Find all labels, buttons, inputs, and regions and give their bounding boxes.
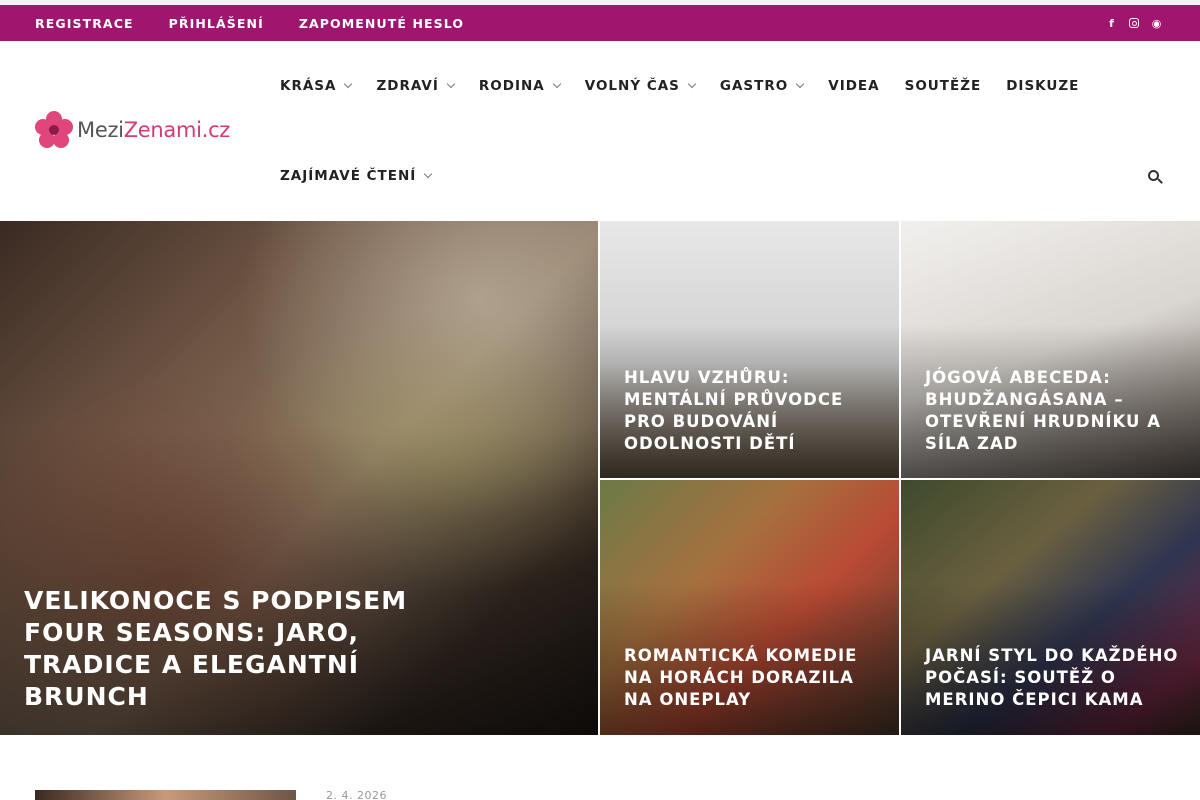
site-logo[interactable]: MeziZenami.cz [35,111,230,149]
featured-article-2[interactable]: JÓGOVÁ ABECEDA: BHUDŽANGÁSANA – OTEVŘENÍ… [901,221,1200,478]
nav-item-label: GASTRO [719,78,789,94]
instagram-icon[interactable] [1129,18,1139,28]
nav-item-label: RODINA [478,78,545,94]
featured-article-title[interactable]: HLAVU VZHŮRU: MENTÁLNÍ PRŮVODCE PRO BUDO… [624,367,884,455]
featured-article-title[interactable]: JÓGOVÁ ABECEDA: BHUDŽANGÁSANA – OTEVŘENÍ… [925,367,1185,455]
featured-article-1[interactable]: HLAVU VZHŮRU: MENTÁLNÍ PRŮVODCE PRO BUDO… [600,221,899,478]
article-thumbnail[interactable] [35,790,296,800]
flower-logo-icon [35,111,73,149]
top-bar: REGISTRACE PŘIHLÁŠENÍ ZAPOMENUTÉ HESLO f… [0,5,1200,41]
nav-item-label: KRÁSA [280,78,337,94]
featured-article-3[interactable]: ROMANTICKÁ KOMEDIE NA HORÁCH DORAZILA NA… [600,480,899,735]
nav-item-label: ZAJÍMAVÉ ČTENÍ [280,168,417,184]
nav-item-diskuze[interactable]: DISKUZE [1006,78,1079,94]
rss-icon[interactable]: ◉ [1151,18,1162,29]
nav-item-label: SOUTĚŽE [904,78,982,94]
chevron-down-icon [446,79,456,89]
nav-item-rodina[interactable]: RODINA [478,78,561,94]
nav-item-videa[interactable]: VIDEA [828,78,879,94]
featured-grid: VELIKONOCE S PODPISEM FOUR SEASONS: JARO… [0,221,1200,735]
featured-main-title[interactable]: VELIKONOCE S PODPISEM FOUR SEASONS: JARO… [24,585,424,713]
chevron-down-icon [687,79,697,89]
login-link[interactable]: PŘIHLÁŠENÍ [169,16,264,31]
logo-text: MeziZenami.cz [77,118,231,142]
nav-item-label: ZDRAVÍ [376,78,439,94]
nav-item-zdraví[interactable]: ZDRAVÍ [376,78,456,94]
chevron-down-icon [424,169,433,179]
social-links: f ◉ [1094,5,1162,41]
main-nav-second-row: ZAJÍMAVÉ ČTENÍ [280,168,456,184]
latest-articles: 2. 4. 2026 [0,735,1200,800]
search-icon[interactable] [1148,170,1163,184]
nav-item-volný-čas[interactable]: VOLNÝ ČAS [584,78,697,94]
site-header: MeziZenami.cz KRÁSA ZDRAVÍ RODINA VOLNÝ ČAS… [0,41,1200,221]
nav-item-soutěže[interactable]: SOUTĚŽE [905,78,982,94]
forgot-password-link[interactable]: ZAPOMENUTÉ HESLO [299,16,464,31]
nav-item-label: VIDEA [828,78,880,94]
register-link[interactable]: REGISTRACE [35,16,134,31]
nav-item-gastro[interactable]: GASTRO [719,78,805,94]
featured-main-article[interactable]: VELIKONOCE S PODPISEM FOUR SEASONS: JARO… [0,221,598,735]
featured-article-title[interactable]: ROMANTICKÁ KOMEDIE NA HORÁCH DORAZILA NA… [624,645,884,711]
article-date: 2. 4. 2026 [326,789,387,800]
nav-item-zajímavé-čtení[interactable]: ZAJÍMAVÉ ČTENÍ [280,168,433,184]
nav-item-label: VOLNÝ ČAS [584,78,680,94]
chevron-down-icon [796,79,805,89]
chevron-down-icon [344,79,353,89]
featured-article-title[interactable]: JARNÍ STYL DO KAŽDÉHO POČASÍ: SOUTĚŽ O M… [925,645,1185,711]
account-links: REGISTRACE PŘIHLÁŠENÍ ZAPOMENUTÉ HESLO [35,5,499,41]
facebook-icon[interactable]: f [1106,18,1117,29]
main-nav: KRÁSA ZDRAVÍ RODINA VOLNÝ ČAS GASTRO VIDEA SOU… [280,78,1104,94]
nav-item-label: DISKUZE [1006,78,1080,94]
chevron-down-icon [552,79,561,89]
nav-item-krása[interactable]: KRÁSA [280,78,353,94]
featured-article-4[interactable]: JARNÍ STYL DO KAŽDÉHO POČASÍ: SOUTĚŽ O M… [901,480,1200,735]
